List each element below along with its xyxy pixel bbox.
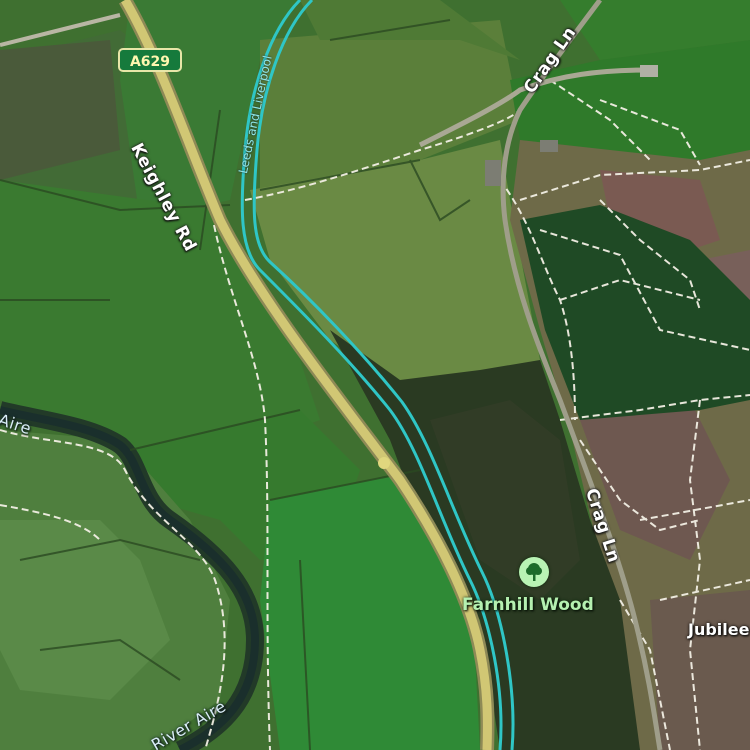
farm-building — [540, 140, 558, 152]
jubilee-label: Jubilee — [688, 620, 750, 639]
road-marker — [378, 457, 390, 469]
tree-icon[interactable] — [519, 557, 549, 587]
farm-building — [485, 160, 501, 186]
map-canvas[interactable]: A629 Keighley Rd Crag Ln Crag Ln Aire Ri… — [0, 0, 750, 750]
farm-building — [640, 65, 658, 77]
map-imagery — [0, 0, 750, 750]
road-shield-a629[interactable]: A629 — [118, 48, 182, 72]
farnhill-wood-label[interactable]: Farnhill Wood — [462, 595, 594, 615]
